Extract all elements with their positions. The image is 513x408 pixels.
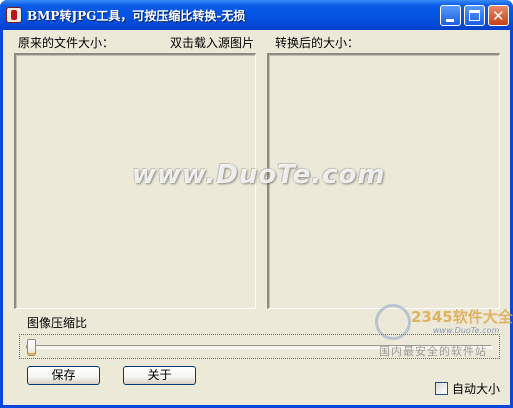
title-bar[interactable]: BMP转JPG工具，可按压缩比转换-无损 ✕ <box>0 0 513 30</box>
app-icon[interactable] <box>6 7 22 23</box>
compression-ratio-label: 图像压缩比 <box>27 316 88 330</box>
site-logo-watermark: 2345软件大全 www.DuoTe.com 国内最安全的软件站 <box>373 300 513 388</box>
close-icon: ✕ <box>492 7 505 25</box>
logo-number: 2345软件大全 <box>411 308 513 326</box>
about-button[interactable]: 关于 <box>123 366 196 385</box>
minimize-button[interactable] <box>440 5 461 26</box>
load-hint-label: 双击载入源图片 <box>170 36 255 50</box>
original-size-label: 原来的文件大小： <box>18 36 115 50</box>
logo-slogan: 国内最安全的软件站 <box>379 345 487 358</box>
minimize-icon <box>446 19 454 22</box>
logo-ring-icon <box>375 304 411 340</box>
converted-size-label: 转换后的大小： <box>275 36 360 50</box>
logo-site: www.DuoTe.com <box>433 326 500 335</box>
slider-thumb[interactable] <box>27 339 36 356</box>
window-title: BMP转JPG工具，可按压缩比转换-无损 <box>27 9 246 23</box>
maximize-icon <box>469 10 480 21</box>
save-button[interactable]: 保存 <box>27 366 100 385</box>
close-button[interactable]: ✕ <box>488 5 509 26</box>
maximize-button[interactable] <box>464 5 485 26</box>
duote-watermark: www.DuoTe.com <box>132 160 386 190</box>
app-window: BMP转JPG工具，可按压缩比转换-无损 ✕ 原来的文件大小： 双击载入源图片 … <box>0 0 513 408</box>
